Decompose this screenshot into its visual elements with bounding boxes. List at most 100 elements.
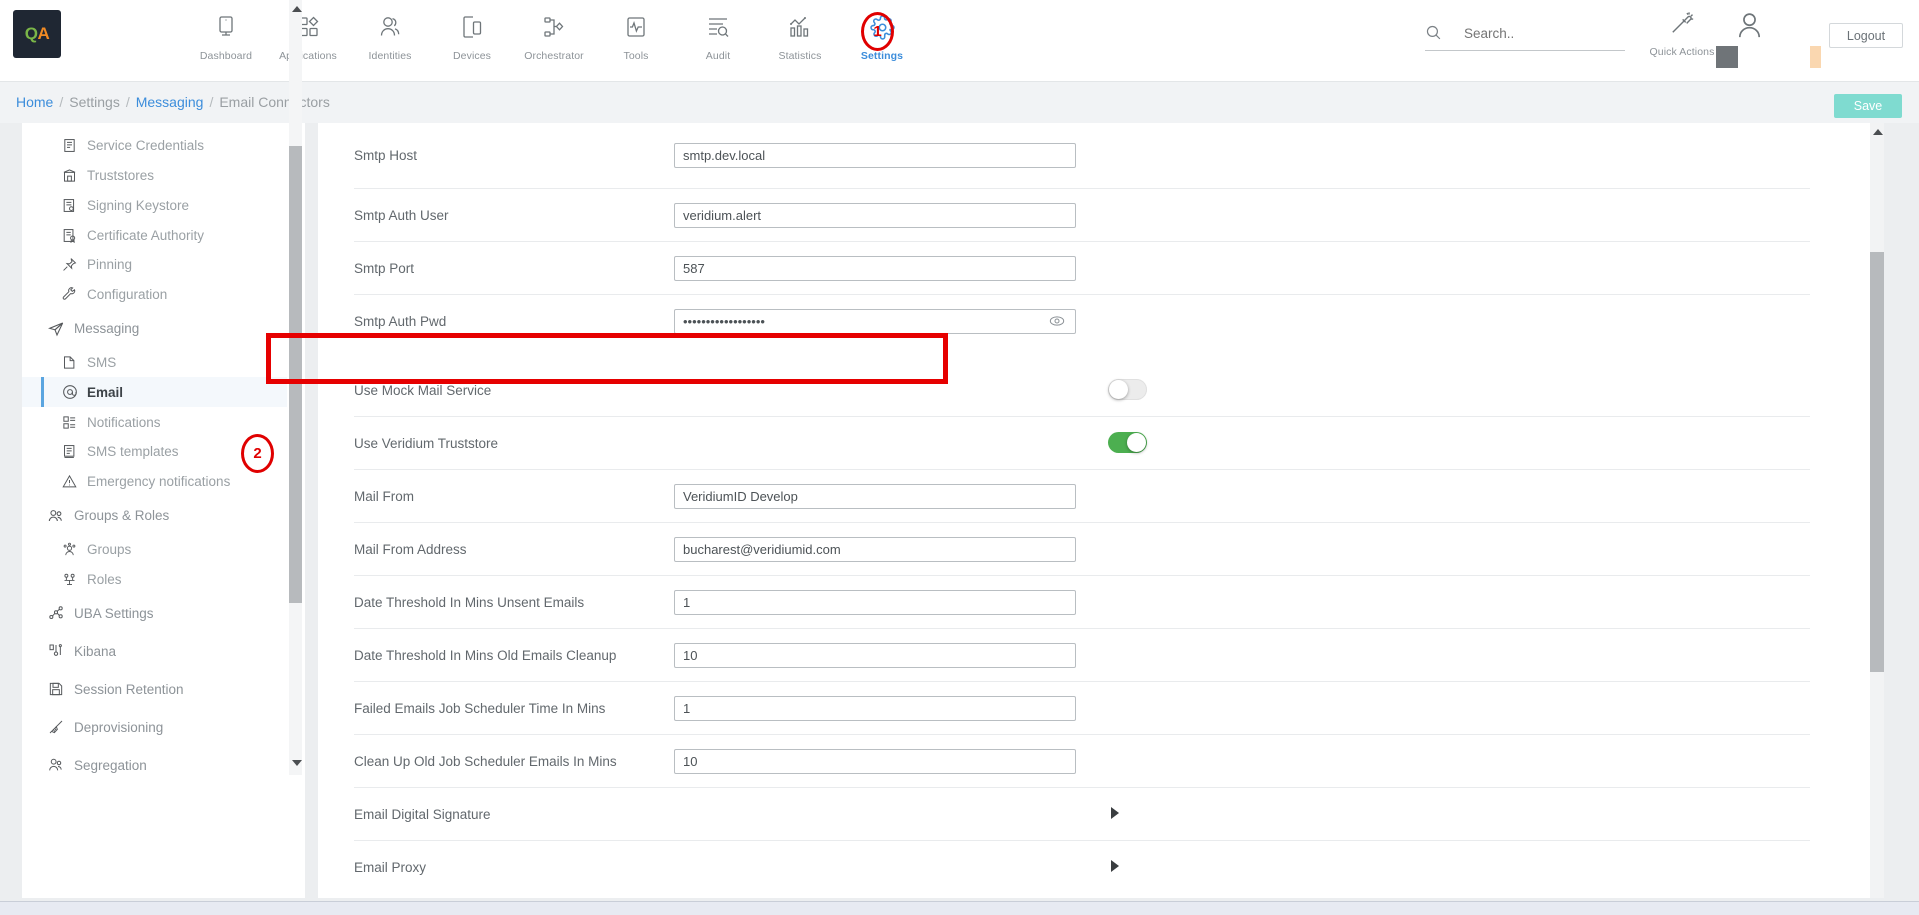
nav-item-statistics[interactable]: Statistics xyxy=(759,6,841,62)
segregation-users-icon xyxy=(48,757,74,773)
smtp-port-input[interactable] xyxy=(674,256,1076,281)
sidebar-item-validity-dashboard[interactable]: Validity Dashboard xyxy=(22,123,287,131)
nav-item-audit[interactable]: Audit xyxy=(677,6,759,62)
date-threshold-old-emails-cleanup-input[interactable] xyxy=(674,643,1076,668)
sidebar-scroll-up-arrow-icon[interactable] xyxy=(292,6,302,12)
search-icon[interactable] xyxy=(1425,24,1442,46)
send-icon xyxy=(48,321,74,337)
sidebar-item-label: Email xyxy=(87,385,123,400)
sidebar-scroll-down-arrow-icon[interactable] xyxy=(292,760,302,766)
nav-item-dashboard[interactable]: Dashboard xyxy=(185,6,267,62)
document-lock-icon xyxy=(62,198,87,213)
global-search xyxy=(1425,24,1645,51)
nav-item-tools[interactable]: Tools xyxy=(595,6,677,62)
field-label: Use Mock Mail Service xyxy=(354,383,674,398)
document-icon xyxy=(62,138,87,153)
mail-from-address-input[interactable] xyxy=(674,537,1076,562)
sidebar-group-label: UBA Settings xyxy=(74,606,154,621)
sidebar-item-certificate-authority[interactable]: Certificate Authority xyxy=(22,220,287,250)
password-field-wrap xyxy=(674,309,1076,334)
template-icon xyxy=(62,444,87,459)
field-label: Smtp Port xyxy=(354,261,674,276)
sidebar-scrollbar-thumb[interactable] xyxy=(289,146,302,603)
field-label: Email Digital Signature xyxy=(354,807,674,822)
smtp-auth-user-input[interactable] xyxy=(674,203,1076,228)
chevron-right-icon[interactable] xyxy=(1111,807,1119,819)
sidebar-item-label: SMS xyxy=(87,355,116,370)
breadcrumb-item-email-connectors: Email Connectors xyxy=(219,94,330,110)
sidebar-item-truststores[interactable]: Truststores xyxy=(22,161,287,191)
sidebar-group-kibana[interactable]: Kibana xyxy=(22,632,287,670)
sidebar-item-notifications[interactable]: Notifications xyxy=(22,407,287,437)
sidebar-item-pinning[interactable]: Pinning xyxy=(22,250,287,280)
form-row-email-proxy[interactable]: Email Proxy xyxy=(354,841,1810,894)
sidebar-item-groups[interactable]: Groups xyxy=(22,535,287,565)
callout-marker-2: 2 xyxy=(241,434,274,473)
sidebar-item-configuration[interactable]: Configuration xyxy=(22,280,287,310)
sidebar-item-roles[interactable]: Roles xyxy=(22,564,287,594)
sidebar-item-email[interactable]: Email xyxy=(22,377,287,407)
logo-letter-a: A xyxy=(37,24,49,43)
user-avatar-icon[interactable] xyxy=(1734,10,1765,46)
main-scrollbar-thumb[interactable] xyxy=(1870,252,1884,672)
clean-up-old-job-scheduler-input[interactable] xyxy=(674,749,1076,774)
nav-label: Audit xyxy=(706,50,730,62)
nav-label: Identities xyxy=(368,50,411,62)
status-chip-gray xyxy=(1716,46,1738,68)
use-veridium-truststore-toggle[interactable] xyxy=(1108,432,1147,453)
search-input[interactable] xyxy=(1464,26,1624,45)
sidebar-group-segregation[interactable]: Segregation xyxy=(22,746,287,784)
field-label: Mail From Address xyxy=(354,542,674,557)
top-navigation-bar: QA Dashboard Applications Identities xyxy=(0,0,1919,82)
sidebar-group-groups-roles[interactable]: Groups & Roles xyxy=(22,497,287,535)
nav-label: Devices xyxy=(453,50,491,62)
sidebar-group-session-retention[interactable]: Session Retention xyxy=(22,670,287,708)
sidebar-item-sms[interactable]: SMS xyxy=(22,348,287,378)
save-button[interactable]: Save xyxy=(1834,94,1902,118)
logo-letter-q: Q xyxy=(25,24,38,43)
sidebar-group-messaging[interactable]: Messaging xyxy=(22,310,287,348)
form-row-smtp-auth-pwd: Smtp Auth Pwd xyxy=(354,295,1810,348)
nav-label: Settings xyxy=(861,50,903,62)
sidebar-item-signing-keystore[interactable]: Signing Keystore xyxy=(22,190,287,220)
status-chip-orange xyxy=(1810,46,1821,68)
breadcrumb-item-settings: Settings xyxy=(69,94,120,110)
quick-actions-button[interactable]: Quick Actions xyxy=(1641,6,1723,58)
workflow-icon xyxy=(542,10,566,44)
date-threshold-unsent-emails-input[interactable] xyxy=(674,590,1076,615)
sidebar-item-emergency-notifications[interactable]: Emergency notifications xyxy=(22,467,287,497)
sidebar-group-uba-settings[interactable]: UBA Settings xyxy=(22,594,287,632)
breadcrumb-separator: / xyxy=(53,94,69,110)
smtp-host-input[interactable] xyxy=(674,143,1076,168)
nav-item-identities[interactable]: Identities xyxy=(349,6,431,62)
main-scroll-up-arrow-icon[interactable] xyxy=(1873,129,1883,135)
sidebar-group-label: Kibana xyxy=(74,644,116,659)
email-settings-form: Smtp Host Smtp Auth User Smtp Port Smtp … xyxy=(318,123,1846,894)
breadcrumb-item-home[interactable]: Home xyxy=(16,94,53,110)
form-row-use-veridium-truststore: Use Veridium Truststore xyxy=(354,417,1810,470)
form-row-failed-emails-scheduler: Failed Emails Job Scheduler Time In Mins xyxy=(354,682,1810,735)
eye-icon[interactable] xyxy=(1049,313,1065,334)
email-connector-form-panel: Smtp Host Smtp Auth User Smtp Port Smtp … xyxy=(318,123,1870,898)
sidebar-item-label: Truststores xyxy=(87,168,154,183)
form-row-smtp-auth-user: Smtp Auth User xyxy=(354,189,1810,242)
breadcrumb-item-messaging[interactable]: Messaging xyxy=(136,94,204,110)
nav-item-orchestrator[interactable]: Orchestrator xyxy=(513,6,595,62)
sidebar-item-service-credentials[interactable]: Service Credentials xyxy=(22,131,287,161)
sidebar-item-label: Groups xyxy=(87,542,131,557)
use-mock-mail-service-toggle[interactable] xyxy=(1108,379,1147,400)
nav-item-devices[interactable]: Devices xyxy=(431,6,513,62)
form-row-email-digital-signature[interactable]: Email Digital Signature xyxy=(354,788,1810,841)
sidebar-group-deprovisioning[interactable]: Deprovisioning xyxy=(22,708,287,746)
devices-icon xyxy=(460,10,484,44)
breadcrumb-separator: / xyxy=(120,94,136,110)
field-label: Mail From xyxy=(354,489,674,504)
smtp-auth-pwd-input[interactable] xyxy=(674,309,1076,334)
logout-button[interactable]: Logout xyxy=(1829,23,1903,48)
nav-item-applications[interactable]: Applications xyxy=(267,6,349,62)
chevron-right-icon[interactable] xyxy=(1111,860,1119,872)
failed-emails-job-scheduler-input[interactable] xyxy=(674,696,1076,721)
sidebar-item-label: Signing Keystore xyxy=(87,198,189,213)
app-logo[interactable]: QA xyxy=(13,10,61,58)
mail-from-input[interactable] xyxy=(674,484,1076,509)
